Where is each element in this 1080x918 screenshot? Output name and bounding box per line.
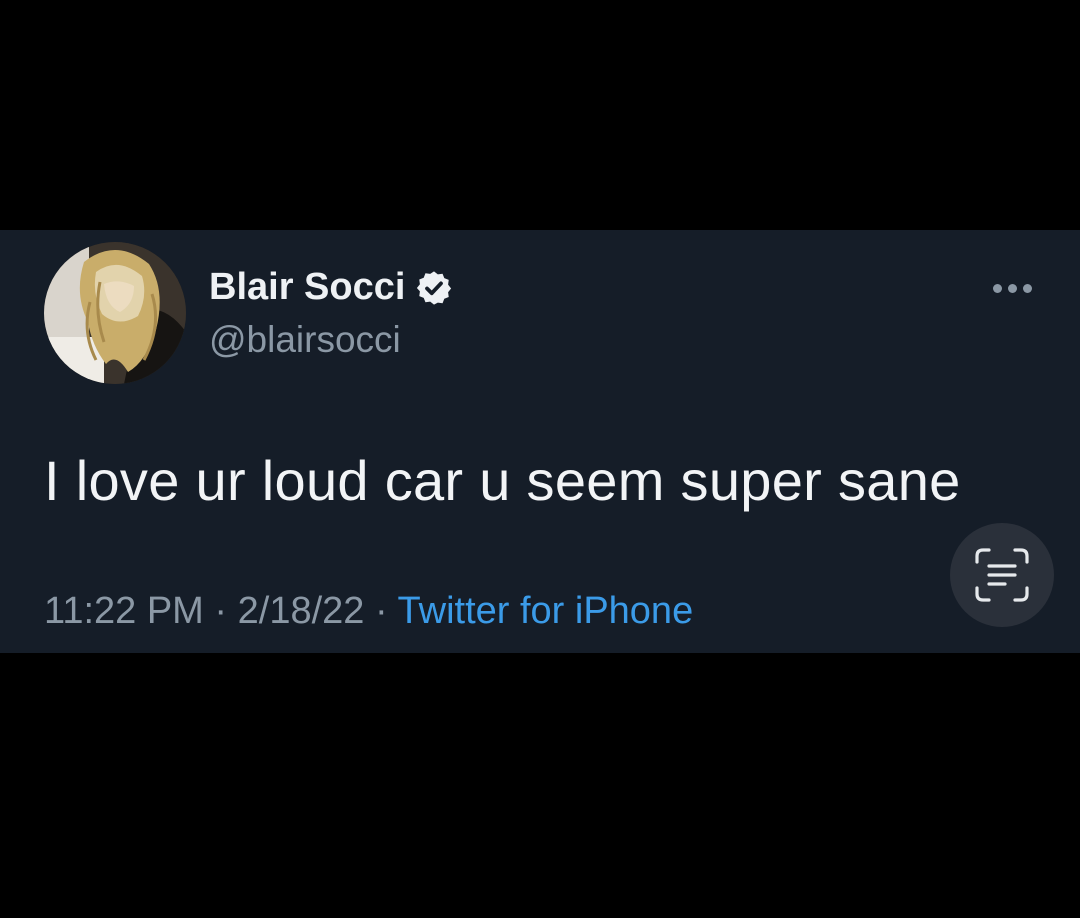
live-text-scan-button[interactable]: [950, 523, 1054, 627]
author-handle[interactable]: @blairsocci: [209, 319, 401, 361]
tweet-card: Blair Socci @blairsocci I love ur loud c…: [0, 230, 1080, 653]
tweet-date[interactable]: 2/18/22: [238, 590, 365, 632]
more-horizontal-icon-dot: [1022, 283, 1032, 293]
tweet-time[interactable]: 11:22 PM: [44, 590, 204, 632]
avatar[interactable]: [44, 242, 186, 384]
more-options-button[interactable]: [986, 270, 1038, 306]
live-text-scan-icon: [975, 548, 1029, 602]
author-display-name[interactable]: Blair Socci: [209, 266, 405, 309]
verified-badge-icon: [415, 269, 453, 307]
tweet-metadata: 11:22 PM · 2/18/22 · Twitter for iPhone: [44, 590, 693, 633]
tweet-source-link[interactable]: Twitter for iPhone: [398, 590, 694, 632]
avatar-image: [44, 242, 186, 384]
author-name-row[interactable]: Blair Socci: [209, 266, 453, 309]
tweet-text: I love ur loud car u seem super sane: [44, 449, 961, 512]
more-horizontal-icon: [992, 283, 1002, 293]
more-horizontal-icon-dot: [1007, 283, 1017, 293]
meta-separator: ·: [374, 590, 398, 632]
meta-separator: ·: [214, 590, 238, 632]
